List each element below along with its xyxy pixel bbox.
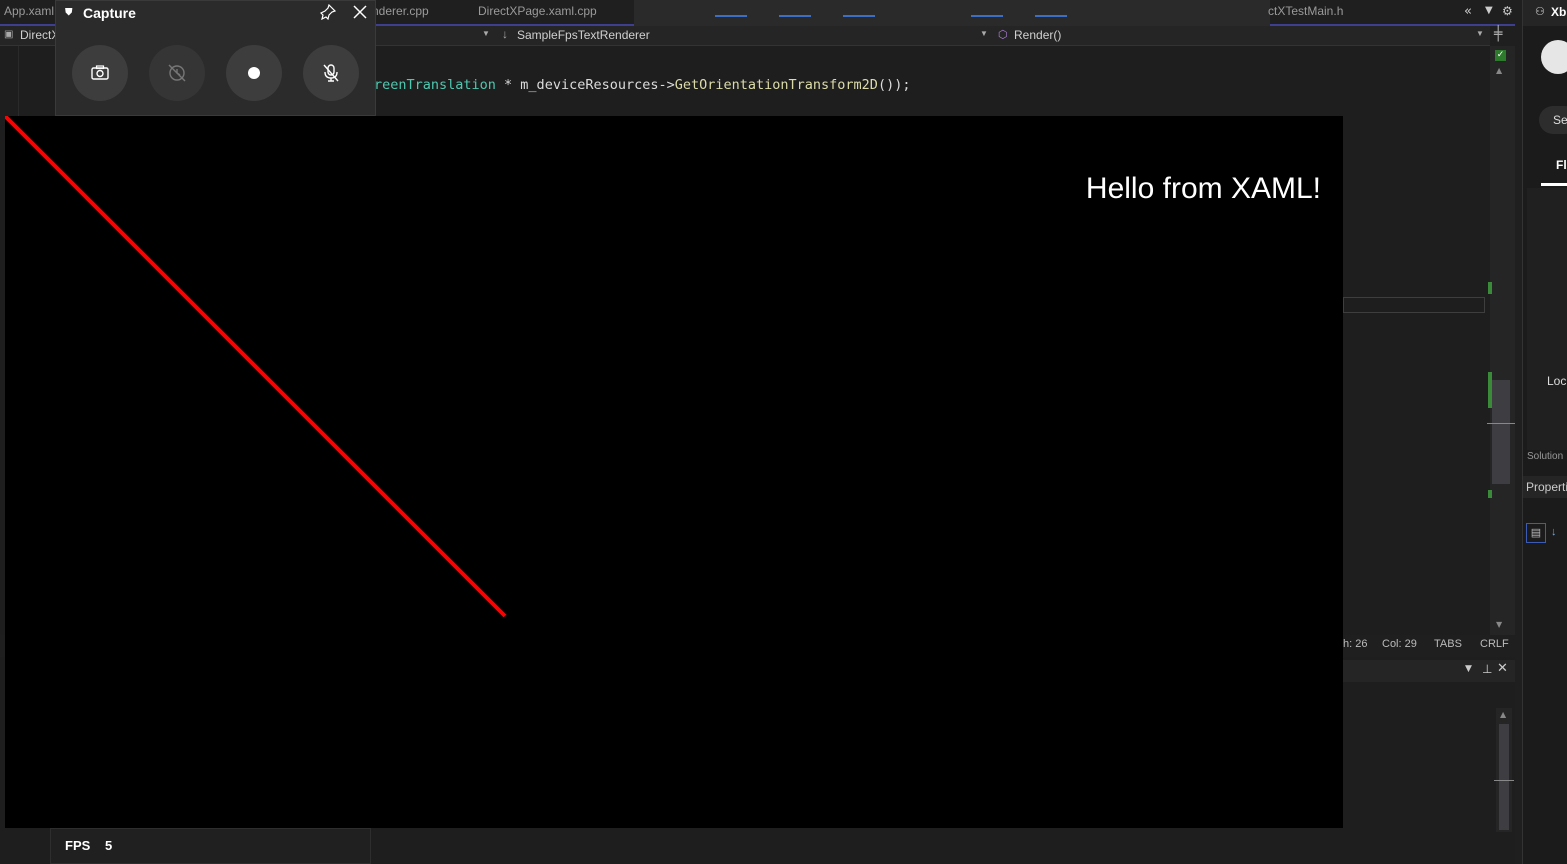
hello-text: Hello from XAML! bbox=[1085, 172, 1321, 205]
screenshot-button[interactable] bbox=[72, 45, 128, 101]
red-diagonal-line bbox=[5, 116, 507, 618]
tab-list-dropdown-icon[interactable]: ▼ bbox=[1485, 5, 1493, 16]
code-line: reenTranslation * m_deviceResources->Get… bbox=[374, 77, 910, 93]
people-icon: ⚇ bbox=[1535, 6, 1545, 18]
side-panel-content: Loc bbox=[1527, 188, 1567, 450]
chevron-down-icon[interactable]: ▼ bbox=[482, 29, 490, 38]
toolbar-band bbox=[634, 0, 1270, 26]
fps-label: FPS bbox=[65, 838, 91, 853]
categorized-view-icon[interactable]: ▤ bbox=[1526, 523, 1546, 543]
class-dropdown[interactable]: SampleFpsTextRenderer bbox=[517, 28, 650, 42]
tab-renderer-cpp[interactable]: nderer.cpp bbox=[372, 4, 429, 24]
scroll-thumb[interactable] bbox=[1492, 380, 1510, 484]
tab-directxtestmain-h[interactable]: ctXTestMain.h bbox=[1268, 4, 1343, 24]
scroll-down-icon[interactable]: ▼ bbox=[1496, 620, 1502, 629]
toolbar-indicator bbox=[843, 15, 875, 17]
editor-scrollbar[interactable]: ✓ ▲ ▼ bbox=[1487, 46, 1515, 635]
line-ending-status[interactable]: CRLF bbox=[1480, 638, 1509, 650]
member-arrow-icon: ↓ bbox=[502, 27, 508, 41]
scroll-tabs-left-icon[interactable]: « bbox=[1464, 4, 1472, 19]
caret-position-marker bbox=[1494, 780, 1514, 781]
scroll-up-icon[interactable]: ▲ bbox=[1496, 66, 1502, 75]
project-dropdown[interactable]: DirectX bbox=[20, 28, 59, 42]
project-icon: ▣ bbox=[4, 29, 14, 40]
column-status[interactable]: Col: 29 bbox=[1382, 638, 1417, 650]
close-icon[interactable] bbox=[352, 4, 368, 24]
mic-toggle-button[interactable] bbox=[303, 45, 359, 101]
toolbar-indicator bbox=[779, 15, 811, 17]
toolbar-indicator bbox=[1035, 15, 1067, 17]
fps-counter: FPS 5 bbox=[50, 828, 371, 864]
fps-value: 5 bbox=[105, 838, 113, 853]
scroll-up-icon[interactable]: ▲ bbox=[1500, 710, 1506, 719]
tab-indicator bbox=[1541, 183, 1567, 186]
no-issues-icon[interactable]: ✓ bbox=[1495, 50, 1506, 61]
side-panel-tab[interactable]: Fl bbox=[1556, 158, 1567, 172]
tab-app-xaml[interactable]: App.xaml bbox=[4, 4, 54, 24]
indent-status[interactable]: TABS bbox=[1434, 638, 1462, 650]
capture-title: Capture bbox=[83, 5, 136, 21]
record-last-icon bbox=[149, 45, 205, 101]
side-panel-header: ⚇ Xb bbox=[1523, 0, 1567, 26]
chevron-down-icon[interactable]: ▼ bbox=[1476, 29, 1484, 38]
toolbar-indicator bbox=[715, 15, 747, 17]
scroll-thumb[interactable] bbox=[1499, 724, 1509, 830]
method-icon: ⬡ bbox=[998, 29, 1008, 41]
line-number-status[interactable]: h: 26 bbox=[1343, 638, 1367, 650]
current-line-highlight bbox=[1343, 297, 1485, 313]
code-token-identifier: reenTranslation bbox=[374, 77, 496, 93]
change-marker bbox=[1488, 282, 1492, 294]
gear-icon[interactable]: ⚙ bbox=[1502, 4, 1513, 18]
close-icon[interactable]: ✕ bbox=[1497, 661, 1508, 676]
caret-position-marker bbox=[1487, 423, 1515, 424]
record-last-button[interactable] bbox=[149, 45, 205, 101]
directx-render-surface[interactable]: Hello from XAML! bbox=[5, 116, 1343, 828]
alphabetical-view-icon[interactable]: ↓ bbox=[1551, 526, 1557, 538]
record-button[interactable] bbox=[226, 45, 282, 101]
side-panel-title: Xb bbox=[1551, 5, 1567, 19]
pin-icon[interactable] bbox=[319, 3, 337, 24]
toolbar-indicator bbox=[971, 15, 1003, 17]
side-panel: ⚇ Xb Se Fl Loc Solution Properti ▤ ↓ bbox=[1522, 0, 1567, 864]
search-box[interactable]: Se bbox=[1539, 106, 1567, 134]
output-scrollbar[interactable]: ▲ bbox=[1494, 708, 1514, 832]
change-marker bbox=[1488, 490, 1492, 498]
code-token-method: GetOrientationTransform2D bbox=[674, 77, 878, 93]
pin-icon[interactable]: ⊥ bbox=[1482, 662, 1492, 676]
mic-off-icon bbox=[303, 45, 359, 101]
member-dropdown[interactable]: Render() bbox=[1014, 28, 1061, 42]
chevron-down-icon[interactable]: ▼ bbox=[1465, 664, 1472, 674]
properties-title: Properti bbox=[1526, 480, 1567, 494]
chevron-down-icon[interactable]: ▼ bbox=[980, 29, 988, 38]
capture-widget: ⛊ Capture bbox=[55, 0, 376, 116]
tab-directxpage-xaml-cpp[interactable]: DirectXPage.xaml.cpp bbox=[478, 4, 597, 24]
search-box-text: Se bbox=[1553, 113, 1567, 127]
avatar[interactable] bbox=[1541, 40, 1567, 74]
record-icon bbox=[226, 45, 282, 101]
render-canvas bbox=[5, 116, 507, 618]
split-editor-icon[interactable]: ╪ bbox=[1494, 26, 1502, 42]
side-panel-local-label: Loc bbox=[1547, 374, 1567, 388]
solution-explorer-tab[interactable]: Solution bbox=[1527, 451, 1563, 462]
output-panel-header: ▼ ⊥ ✕ bbox=[1340, 660, 1515, 682]
properties-header: Properti bbox=[1523, 476, 1567, 498]
capture-shield-icon: ⛊ bbox=[65, 7, 73, 18]
code-token-punct: ()); bbox=[877, 77, 911, 93]
camera-icon bbox=[72, 45, 128, 101]
code-token-operator: * m_deviceResources-> bbox=[495, 77, 675, 93]
